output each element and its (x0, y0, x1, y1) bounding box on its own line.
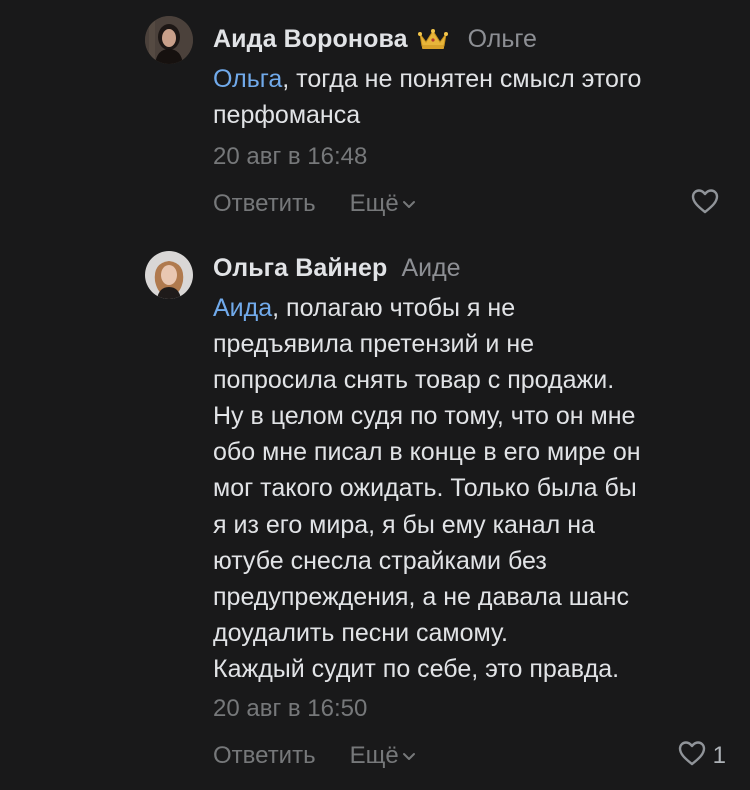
comment-line: Каждый судит по себе, это правда. (213, 654, 620, 683)
mention-link[interactable]: Аида (213, 294, 272, 322)
comment-line: Ну в целом судя по тому, что он мне (213, 402, 636, 431)
comment-line: я из его мира, я бы ему канал на (213, 510, 595, 539)
comment-line: обо мне писал в конце в его мире он (213, 438, 641, 467)
comment-line: доудалить песни самому. (213, 618, 508, 647)
more-label: Ещё (349, 190, 399, 217)
comment-line: предупреждения, а не давала шанс (213, 582, 629, 611)
comment-line: предъявила претензий и не (213, 330, 535, 359)
like-count: 1 (712, 742, 726, 769)
comment-header: Аида Воронова Ольге (213, 23, 537, 55)
comment-text: Аида, полагаю чтобы я не предъявила прет… (213, 290, 733, 687)
comment-line: попросила снять товар с продажи. (213, 366, 615, 395)
chevron-down-icon (402, 199, 416, 209)
comment-actions: Ответить Ещё (213, 187, 416, 221)
author-name[interactable]: Ольга Вайнер (213, 254, 387, 283)
reply-to-name[interactable]: Аиде (401, 254, 460, 283)
like-button[interactable] (690, 187, 726, 221)
heart-icon (677, 739, 707, 774)
like-button[interactable]: 1 (677, 739, 726, 773)
comment-line: Аида, полагаю чтобы я не (213, 290, 733, 326)
mention-link[interactable]: Ольга (213, 65, 282, 93)
comment-line-text: , тогда не понятен смысл этого (282, 65, 642, 93)
more-label: Ещё (349, 742, 399, 769)
avatar[interactable] (145, 251, 193, 299)
avatar[interactable] (145, 16, 193, 64)
reply-to-name[interactable]: Ольге (468, 25, 537, 54)
comment-line: мог такого ожидать. Только была бы (213, 474, 637, 503)
more-button[interactable]: Ещё (350, 190, 416, 218)
reply-button[interactable]: Ответить (213, 742, 316, 770)
comment-header: Ольга Вайнер Аиде (213, 252, 461, 284)
chevron-down-icon (402, 751, 416, 761)
comment-actions: Ответить Ещё (213, 739, 416, 773)
comment-text: Ольга, тогда не понятен смысл этого перф… (213, 61, 733, 133)
comment-line: перфоманса (213, 101, 361, 130)
heart-icon (690, 187, 720, 222)
author-name[interactable]: Аида Воронова (213, 25, 408, 54)
comment-line-text: , полагаю чтобы я не (272, 294, 516, 322)
more-button[interactable]: Ещё (350, 742, 416, 770)
timestamp[interactable]: 20 авг в 16:50 (213, 695, 367, 723)
timestamp[interactable]: 20 авг в 16:48 (213, 143, 367, 171)
comment-line: Ольга, тогда не понятен смысл этого (213, 61, 733, 97)
reply-button[interactable]: Ответить (213, 190, 316, 218)
comment-line: ютубе снесла страйками без (213, 546, 547, 575)
crown-icon (417, 28, 448, 50)
